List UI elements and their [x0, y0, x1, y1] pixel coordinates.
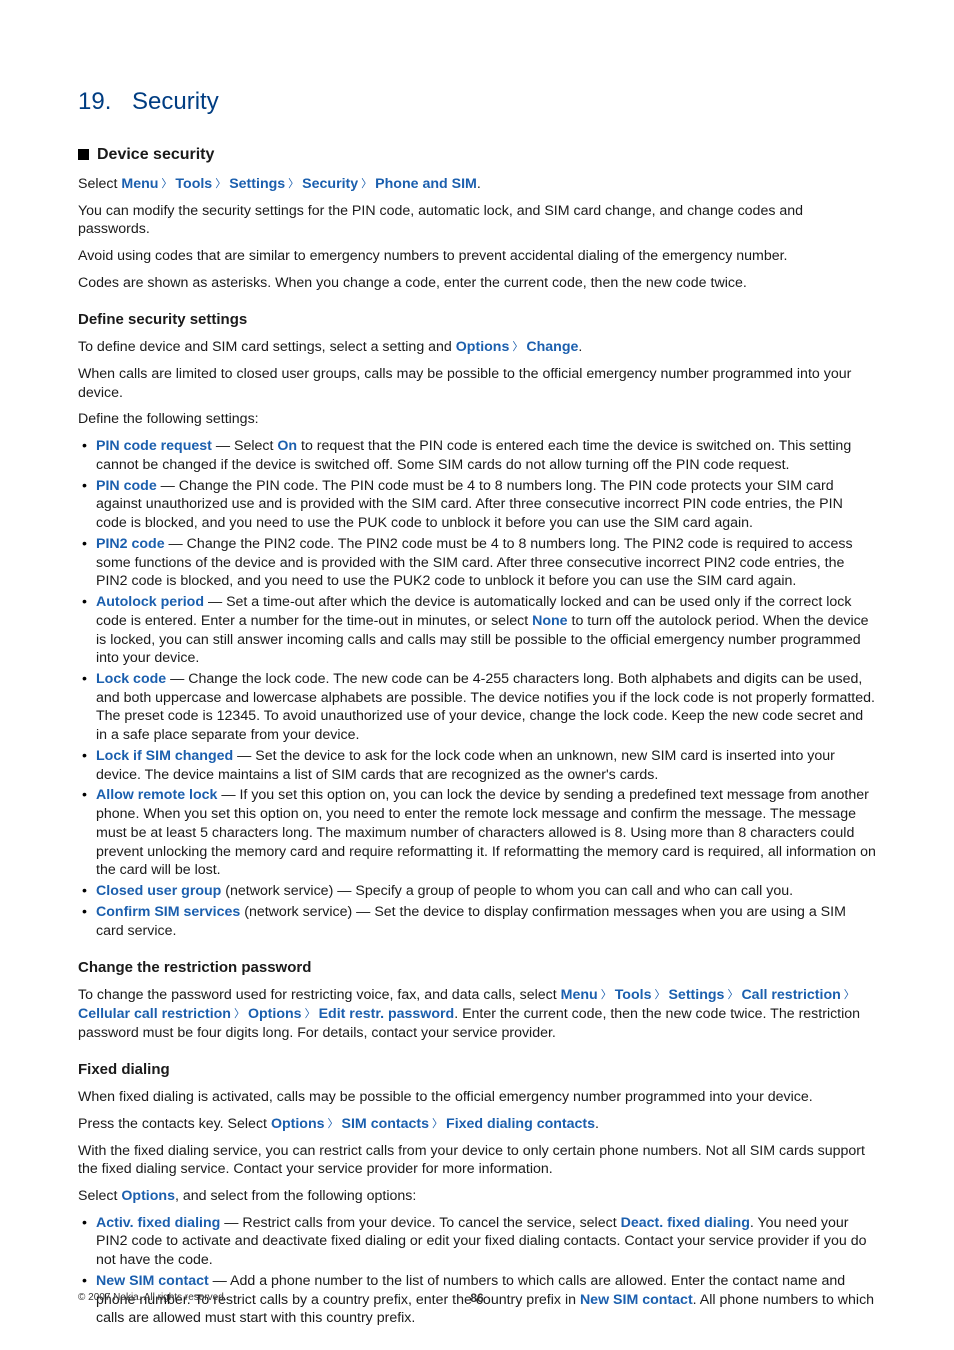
list-item: Activ. fixed dialing — Restrict calls fr… — [78, 1214, 876, 1270]
copyright-text: © 2007 Nokia. All rights reserved. — [78, 1291, 227, 1304]
list-item: PIN code — Change the PIN code. The PIN … — [78, 477, 876, 533]
chevron-right-icon: 〉 — [231, 1007, 248, 1022]
body-text: Define the following settings: — [78, 410, 876, 429]
body-text: You can modify the security settings for… — [78, 202, 876, 239]
term-pin2-code: PIN2 code — [96, 536, 165, 552]
fixed-dialing-list: Activ. fixed dialing — Restrict calls fr… — [78, 1214, 876, 1328]
nav-cellular-call-restriction: Cellular call restriction — [78, 1006, 231, 1022]
text: Select — [78, 1188, 121, 1204]
body-text: Avoid using codes that are similar to em… — [78, 247, 876, 266]
select-path: Select Menu〉Tools〉Settings〉Security〉Phon… — [78, 175, 876, 194]
term-options: Options — [121, 1188, 175, 1204]
text: Select — [78, 176, 121, 192]
text: — Change the lock code. The new code can… — [96, 671, 875, 743]
text: . — [578, 339, 582, 355]
body-text: When fixed dialing is activated, calls m… — [78, 1088, 876, 1107]
term-change: Change — [526, 339, 578, 355]
nav-menu: Menu — [561, 987, 598, 1003]
list-item: Confirm SIM services (network service) —… — [78, 903, 876, 940]
term-new-sim-contact: New SIM contact — [96, 1273, 209, 1289]
term-lock-code: Lock code — [96, 671, 166, 687]
chapter-heading: 19.Security — [78, 86, 876, 118]
body-text: Codes are shown as asterisks. When you c… — [78, 274, 876, 293]
chevron-right-icon: 〉 — [325, 1117, 342, 1132]
list-item: Allow remote lock — If you set this opti… — [78, 786, 876, 880]
body-text: With the fixed dialing service, you can … — [78, 1142, 876, 1179]
term-none: None — [532, 613, 567, 629]
body-text: To define device and SIM card settings, … — [78, 338, 876, 357]
nav-edit-restr-password: Edit restr. password — [319, 1006, 455, 1022]
chevron-right-icon: 〉 — [841, 988, 858, 1003]
chevron-right-icon: 〉 — [651, 988, 668, 1003]
subheading-fixed-dialing: Fixed dialing — [78, 1060, 876, 1080]
term-on: On — [277, 438, 297, 454]
body-text: Press the contacts key. Select Options〉S… — [78, 1115, 876, 1134]
list-item: PIN code request — Select On to request … — [78, 437, 876, 474]
term-pin-code-request: PIN code request — [96, 438, 212, 454]
nav-options: Options — [248, 1006, 302, 1022]
list-item: Lock code — Change the lock code. The ne… — [78, 670, 876, 745]
term-lock-if-sim-changed: Lock if SIM changed — [96, 748, 233, 764]
term-activ-fixed-dialing: Activ. fixed dialing — [96, 1215, 220, 1231]
chevron-right-icon: 〉 — [158, 177, 175, 192]
text: (network service) — Specify a group of p… — [221, 883, 793, 899]
page-number: 86 — [470, 1291, 483, 1307]
subheading-change-restriction-password: Change the restriction password — [78, 958, 876, 978]
section-device-security: Device security — [78, 144, 876, 165]
chevron-right-icon: 〉 — [302, 1007, 319, 1022]
body-text: To change the password used for restrict… — [78, 986, 876, 1042]
page-footer: © 2007 Nokia. All rights reserved. 86 — [78, 1291, 876, 1304]
chevron-right-icon: 〉 — [429, 1117, 446, 1132]
chevron-right-icon: 〉 — [285, 177, 302, 192]
nav-fixed-dialing-contacts: Fixed dialing contacts — [446, 1116, 595, 1132]
body-text: Select Options, and select from the foll… — [78, 1187, 876, 1206]
text: , and select from the following options: — [175, 1188, 416, 1204]
chevron-right-icon: 〉 — [509, 340, 526, 355]
nav-options: Options — [271, 1116, 325, 1132]
term-pin-code: PIN code — [96, 478, 157, 494]
text: Press the contacts key. Select — [78, 1116, 271, 1132]
text: To change the password used for restrict… — [78, 987, 561, 1003]
nav-settings: Settings — [229, 176, 285, 192]
text: — Restrict calls from your device. To ca… — [220, 1215, 620, 1231]
text: — Change the PIN2 code. The PIN2 code mu… — [96, 536, 853, 589]
list-item: Lock if SIM changed — Set the device to … — [78, 747, 876, 784]
text: — Select — [212, 438, 277, 454]
term-autolock-period: Autolock period — [96, 594, 204, 610]
chevron-right-icon: 〉 — [358, 177, 375, 192]
nav-settings: Settings — [668, 987, 724, 1003]
nav-tools: Tools — [615, 987, 652, 1003]
list-item: Closed user group (network service) — Sp… — [78, 882, 876, 901]
nav-security: Security — [302, 176, 358, 192]
section-title: Device security — [97, 144, 214, 165]
chevron-right-icon: 〉 — [212, 177, 229, 192]
body-text: When calls are limited to closed user gr… — [78, 365, 876, 402]
term-closed-user-group: Closed user group — [96, 883, 221, 899]
nav-menu: Menu — [121, 176, 158, 192]
term-allow-remote-lock: Allow remote lock — [96, 787, 217, 803]
square-bullet-icon — [78, 149, 89, 160]
chapter-number: 19. — [78, 86, 132, 118]
subheading-define-security: Define security settings — [78, 310, 876, 330]
term-options: Options — [456, 339, 510, 355]
text: — Change the PIN code. The PIN code must… — [96, 478, 843, 531]
nav-tools: Tools — [175, 176, 212, 192]
term-deact-fixed-dialing: Deact. fixed dialing — [621, 1215, 750, 1231]
nav-phone-and-sim: Phone and SIM — [375, 176, 477, 192]
chapter-title: Security — [132, 88, 219, 115]
list-item: Autolock period — Set a time-out after w… — [78, 593, 876, 668]
list-item: PIN2 code — Change the PIN2 code. The PI… — [78, 535, 876, 591]
nav-sim-contacts: SIM contacts — [342, 1116, 430, 1132]
chevron-right-icon: 〉 — [598, 988, 615, 1003]
term-confirm-sim-services: Confirm SIM services — [96, 904, 240, 920]
text: To define device and SIM card settings, … — [78, 339, 456, 355]
chevron-right-icon: 〉 — [724, 988, 741, 1003]
settings-list: PIN code request — Select On to request … — [78, 437, 876, 940]
nav-call-restriction: Call restriction — [741, 987, 840, 1003]
